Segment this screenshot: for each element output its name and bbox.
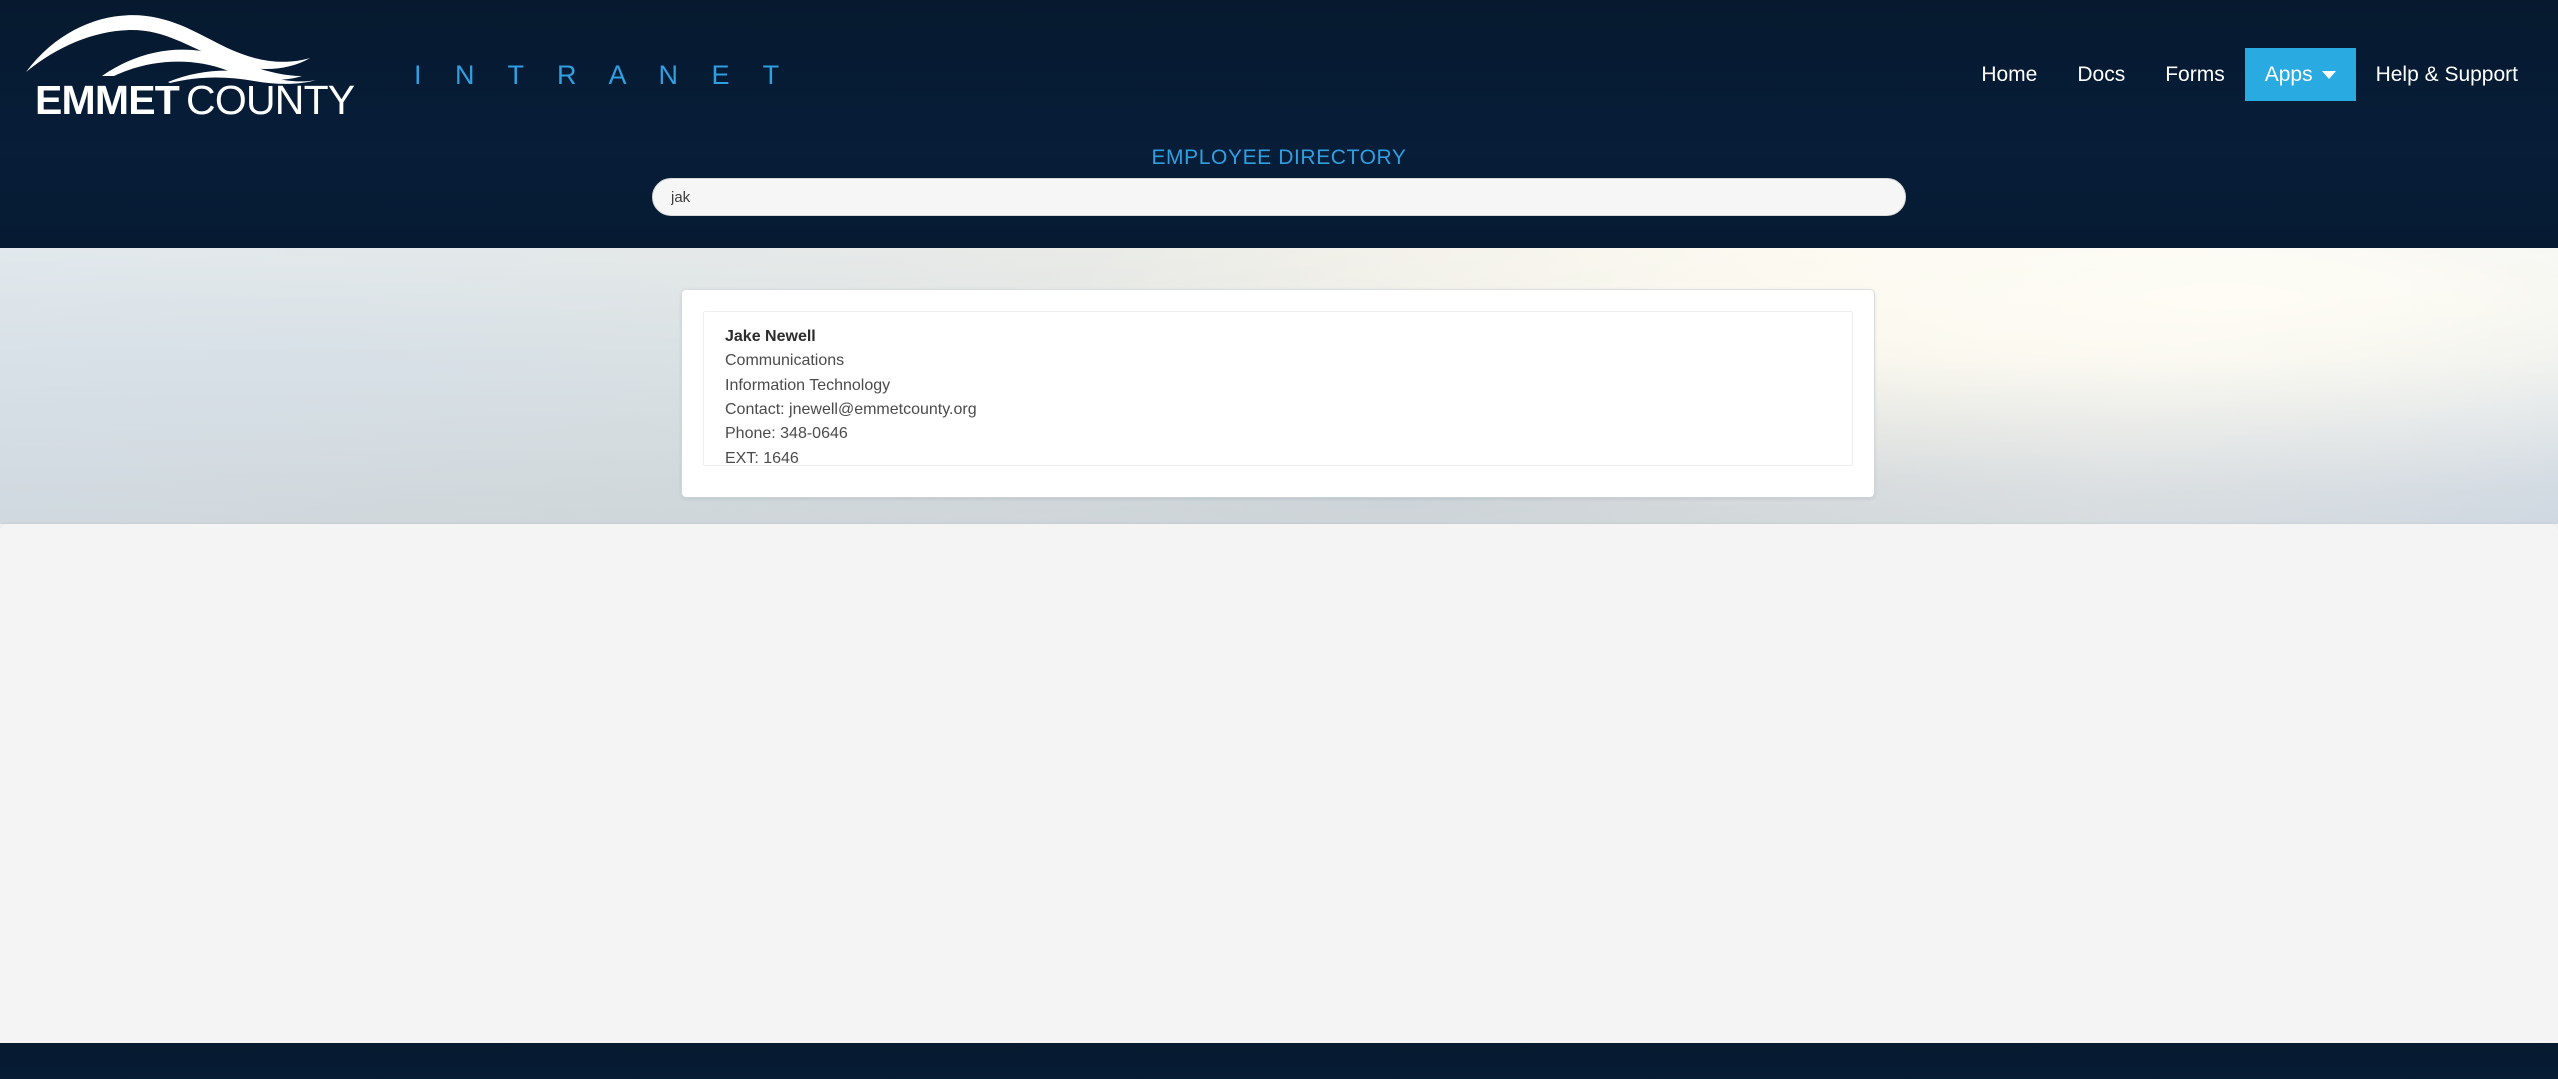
nav-item-forms[interactable]: Forms (2145, 48, 2245, 101)
nav-item-home-label: Home (1981, 62, 2038, 86)
search-bar (652, 178, 1906, 216)
wave-swoosh-icon (26, 15, 316, 84)
employee-department: Information Technology (725, 376, 891, 394)
nav-item-help-and-support-label: Help & Support (2375, 62, 2518, 86)
intranet-label: I N T R A N E T (414, 60, 793, 90)
nav-item-forms-label: Forms (2165, 62, 2225, 86)
search-results-card: Jake Newell Communications Information T… (682, 290, 1874, 497)
site-header: EMMET COUNTY I N T R A N E T Home Docs Fo… (0, 0, 2558, 248)
nav-item-help-and-support[interactable]: Help & Support (2356, 48, 2538, 101)
site-footer (0, 1043, 2558, 1079)
employee-name: Jake Newell (725, 328, 816, 345)
brand-wordmark: EMMET COUNTY (35, 77, 355, 123)
chevron-down-icon (2321, 70, 2336, 79)
nav-item-apps-label: Apps (2264, 62, 2313, 86)
page-title: EMPLOYEE DIRECTORY (1151, 146, 1407, 169)
brand-wordmark-bold: EMMET (35, 77, 180, 123)
employee-extension: EXT: 1646 (725, 449, 799, 466)
list-item[interactable]: Jake Newell Communications Information T… (704, 312, 1852, 466)
employee-division: Communications (725, 352, 845, 370)
search-results-panel[interactable]: Jake Newell Communications Information T… (703, 311, 1853, 466)
nav-item-docs[interactable]: Docs (2057, 48, 2145, 101)
employee-contact-email: Contact: jnewell@emmetcounty.org (725, 400, 977, 418)
nav-item-home[interactable]: Home (1961, 48, 2057, 101)
search-input[interactable] (652, 178, 1906, 216)
nav-item-docs-label: Docs (2077, 62, 2126, 86)
nav-item-apps[interactable]: Apps (2244, 48, 2356, 101)
brand-wordmark-light: COUNTY (186, 77, 355, 123)
employee-phone: Phone: 348-0646 (725, 425, 848, 443)
mass-email-section: NEED TO SEND A MASS EMAIL? What size gro… (0, 524, 2558, 1043)
brand-logo[interactable]: EMMET COUNTY (18, 6, 355, 126)
main-navigation: Home Docs Forms Apps Help & Support (1961, 48, 2538, 101)
